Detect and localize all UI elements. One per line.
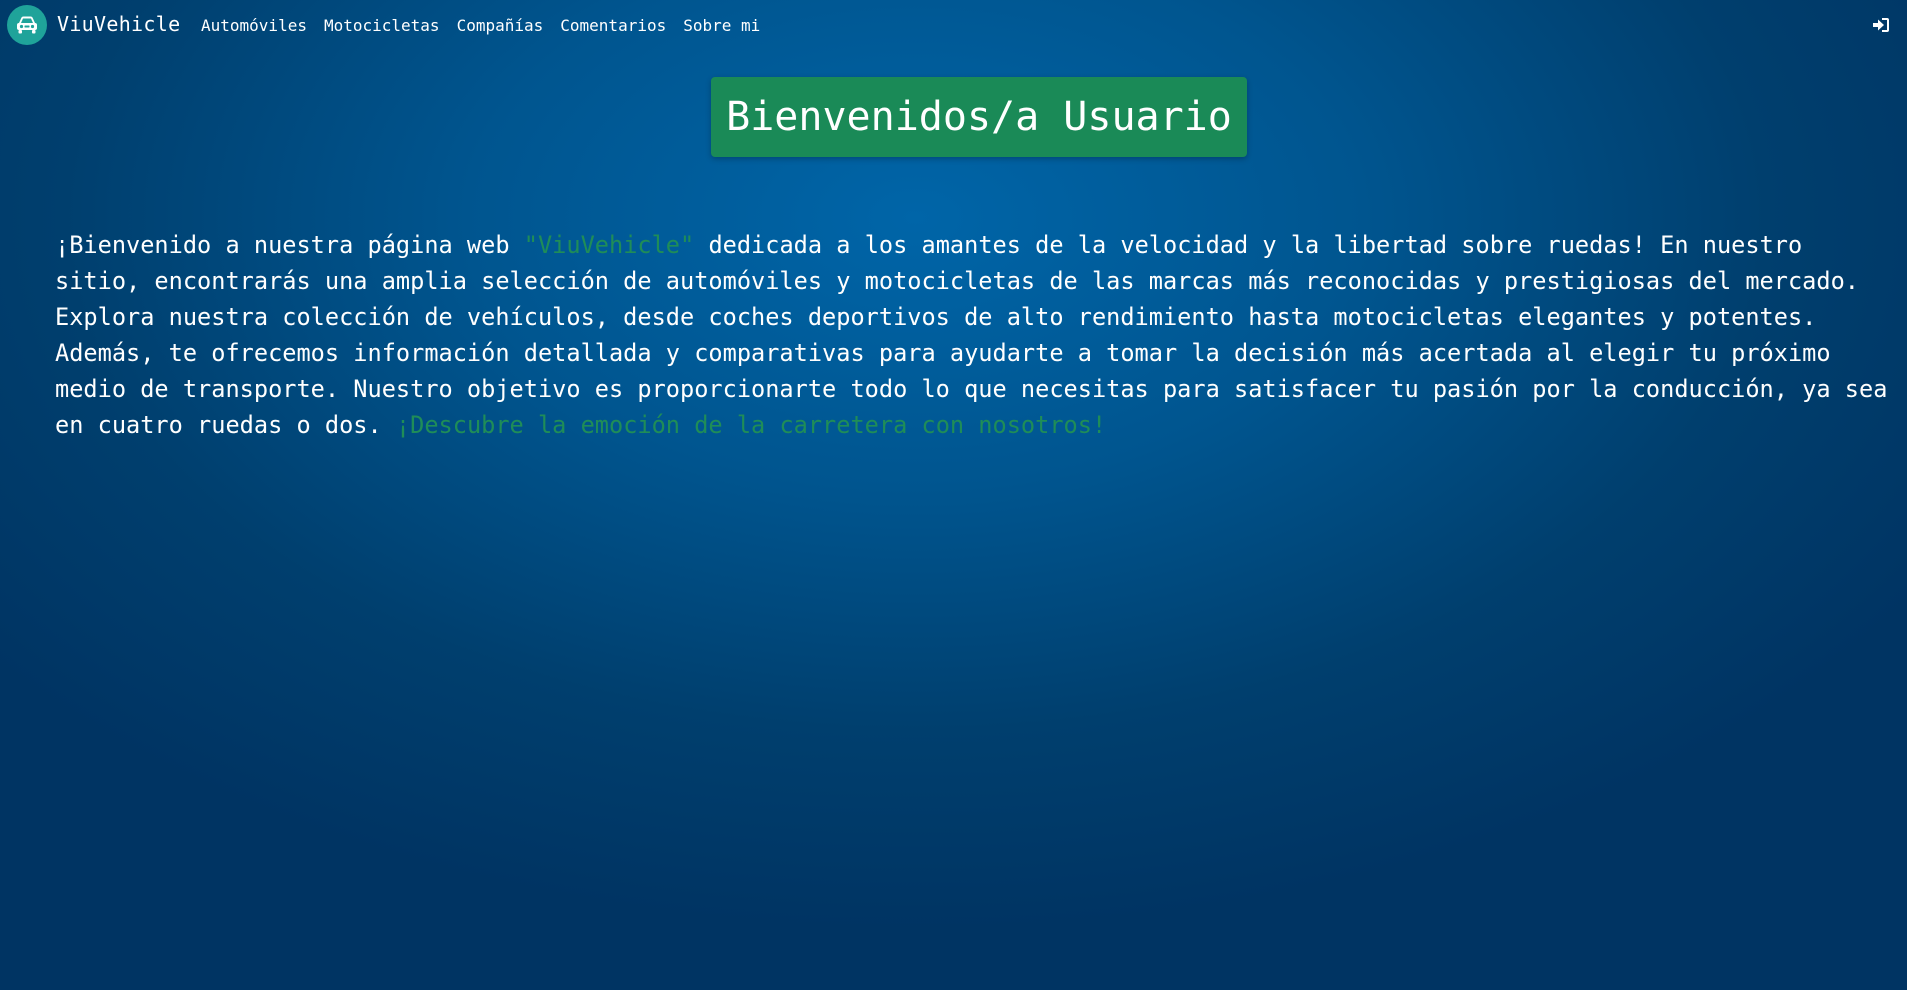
nav-link-comentarios[interactable]: Comentarios xyxy=(560,16,666,35)
intro-text-start: ¡Bienvenido a nuestra página web xyxy=(55,231,524,259)
intro-paragraph: ¡Bienvenido a nuestra página web "ViuVeh… xyxy=(55,227,1895,443)
welcome-banner: Bienvenidos/a Usuario xyxy=(711,77,1247,157)
welcome-title: Bienvenidos/a Usuario xyxy=(726,94,1232,140)
nav-link-sobre-mi[interactable]: Sobre mi xyxy=(683,16,760,35)
sign-in-icon[interactable] xyxy=(1871,16,1891,34)
brand-highlight: "ViuVehicle" xyxy=(523,231,695,259)
navbar: ViuVehicle Automóviles Motocicletas Comp… xyxy=(0,0,1907,50)
intro-tagline: ¡Descubre la emoción de la carretera con… xyxy=(395,411,1107,439)
nav-link-motocicletas[interactable]: Motocicletas xyxy=(324,16,440,35)
intro-text-body: dedicada a los amantes de la velocidad y… xyxy=(55,231,1888,439)
brand-name[interactable]: ViuVehicle xyxy=(57,12,180,36)
nav-link-companias[interactable]: Compañías xyxy=(457,16,544,35)
car-logo-icon[interactable] xyxy=(7,5,47,45)
nav-link-automoviles[interactable]: Automóviles xyxy=(201,16,307,35)
nav-links: Automóviles Motocicletas Compañías Comen… xyxy=(201,16,760,35)
